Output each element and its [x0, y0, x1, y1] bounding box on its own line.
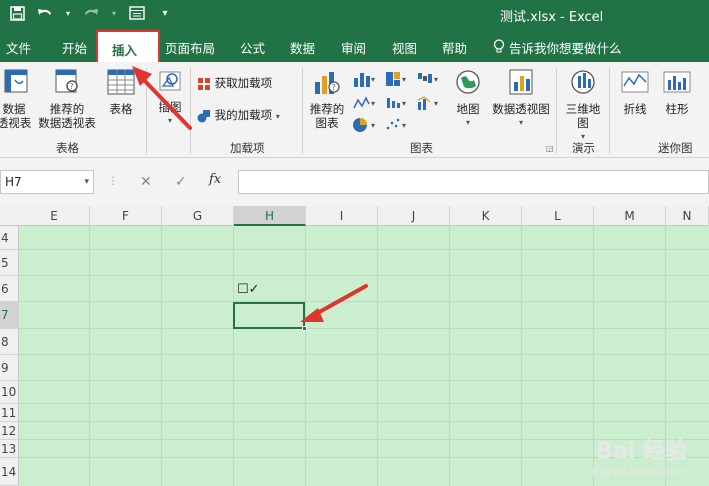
red-arrow-to-cell-h7 [300, 284, 368, 322]
annotation-arrows [132, 66, 368, 322]
red-arrow-to-insert-tab [132, 66, 192, 130]
